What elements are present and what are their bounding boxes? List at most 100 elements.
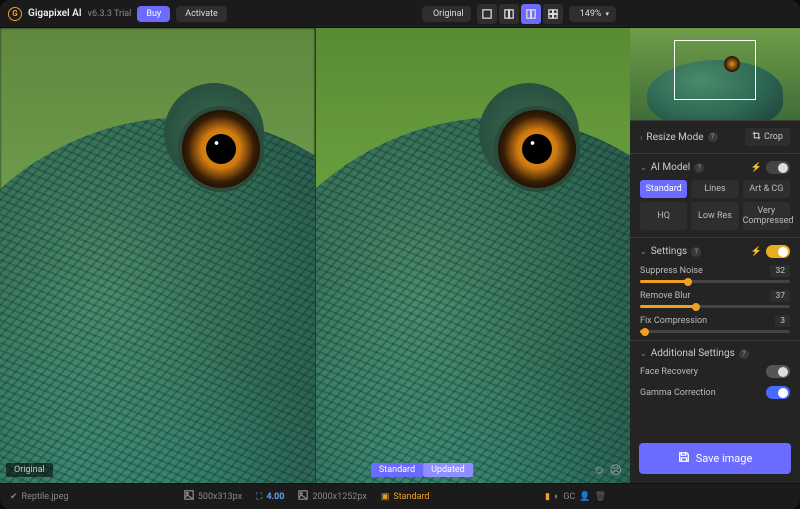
suppress-noise-label: Suppress Noise — [640, 266, 703, 276]
input-dims-group: 500x313px — [184, 490, 242, 503]
status-bar: ✔ Reptile.jpeg 500x313px ⛶ 4.00 2000x125… — [0, 483, 800, 509]
fix-compression-label: Fix Compression — [640, 316, 707, 326]
check-icon: ✔ — [10, 492, 18, 502]
app-title: Gigapixel AI — [28, 8, 82, 19]
save-image-button[interactable]: Save image — [639, 443, 791, 474]
view-sidebyside-button[interactable] — [521, 4, 541, 24]
bolt-icon: ⚡ — [751, 247, 762, 257]
help-icon[interactable]: ? — [708, 132, 718, 142]
chevron-down-icon: ▾ — [605, 10, 609, 18]
ai-model-section: ⌄ AI Model ? ⚡ Standard Lines Art & CG HQ… — [630, 153, 800, 237]
remove-blur-value: 37 — [770, 290, 790, 302]
crop-label: Crop — [764, 132, 783, 142]
model-grid: Standard Lines Art & CG HQ Low Res Very … — [640, 180, 790, 230]
original-label: Original — [6, 463, 53, 477]
processed-pane[interactable]: Standard Updated ☺ ☹ — [315, 28, 631, 483]
smile-icon[interactable]: ☺ — [593, 463, 605, 477]
remove-blur-label: Remove Blur — [640, 291, 690, 301]
updated-label[interactable]: Updated — [423, 463, 473, 477]
compare-view[interactable]: Original Standard Updated ☺ ☹ — [0, 28, 630, 483]
original-toggle-label: Original — [433, 9, 464, 19]
additional-settings-section: ⌄Additional Settings ? Face Recovery Gam… — [630, 340, 800, 406]
mode-icon: ▣ — [381, 492, 390, 502]
navigator-thumbnail[interactable] — [630, 28, 800, 120]
model-lowres-button[interactable]: Low Res — [691, 202, 738, 230]
save-row: Save image — [630, 434, 800, 483]
remove-blur-slider[interactable] — [640, 305, 790, 308]
additional-settings-label: Additional Settings — [651, 348, 735, 359]
suppress-noise-slider[interactable] — [640, 280, 790, 283]
side-panel: ›Resize Mode ? Crop ⌄AI Model ? ⚡ S — [630, 28, 800, 483]
view-single-button[interactable] — [477, 4, 497, 24]
zoom-value: 149% — [580, 9, 602, 19]
output-dims-group: 2000x1252px — [298, 490, 366, 503]
image-icon — [184, 490, 194, 503]
contrast-icon[interactable]: ◐ — [554, 491, 559, 502]
zoom-control[interactable]: 149% ▾ — [569, 6, 616, 22]
save-image-label: Save image — [696, 452, 753, 465]
help-icon[interactable]: ? — [739, 349, 749, 359]
crop-icon — [752, 131, 761, 143]
output-dims-label: 2000x1252px — [312, 492, 366, 502]
mode-group[interactable]: ▣ Standard — [381, 492, 430, 502]
additional-settings-header[interactable]: ⌄Additional Settings ? — [640, 348, 749, 359]
expand-icon: ⛶ — [256, 492, 262, 502]
top-bar: G Gigapixel AI v6.3.3 Trial Buy Activate… — [0, 0, 800, 28]
settings-section: ⌄ Settings ? ⚡ Suppress Noise32 Remove Bl… — [630, 237, 800, 340]
crop-button[interactable]: Crop — [745, 128, 790, 146]
settings-header[interactable]: ⌄ Settings ? — [640, 246, 701, 257]
gamma-correction-toggle[interactable] — [766, 386, 790, 399]
model-lines-button[interactable]: Lines — [691, 180, 738, 198]
chevron-down-icon: ⌄ — [640, 163, 647, 172]
ai-model-header[interactable]: ⌄ AI Model ? — [640, 162, 704, 173]
status-icons: ▮ ◐ GC 👤 🗑 — [545, 491, 606, 502]
fix-compression-row: Fix Compression 3 — [640, 315, 790, 333]
app-logo: G — [8, 7, 22, 21]
fix-compression-slider[interactable] — [640, 330, 790, 333]
fix-compression-value: 3 — [775, 315, 790, 327]
buy-button[interactable]: Buy — [137, 6, 170, 22]
scale-group[interactable]: ⛶ 4.00 — [256, 492, 284, 502]
navigator-viewport[interactable] — [674, 40, 756, 100]
gc-label[interactable]: GC — [563, 492, 575, 502]
main-area: Original Standard Updated ☺ ☹ — [0, 28, 800, 483]
help-icon[interactable]: ? — [694, 163, 704, 173]
resize-mode-header[interactable]: › Resize Mode ? — [640, 132, 718, 143]
chevron-right-icon: › — [640, 133, 642, 142]
model-standard-button[interactable]: Standard — [640, 180, 687, 198]
frown-icon[interactable]: ☹ — [609, 463, 622, 477]
app-version: v6.3.3 Trial — [88, 9, 132, 19]
image-icon — [298, 490, 308, 503]
settings-label: Settings — [651, 246, 688, 257]
color-icon[interactable]: ▮ — [545, 492, 550, 502]
model-verycompressed-button[interactable]: Very Compressed — [743, 202, 790, 230]
model-artcg-button[interactable]: Art & CG — [743, 180, 790, 198]
activate-button[interactable]: Activate — [176, 6, 227, 22]
input-dims-label: 500x313px — [198, 492, 242, 502]
standard-label[interactable]: Standard — [371, 463, 423, 477]
remove-blur-row: Remove Blur 37 — [640, 290, 790, 308]
view-split-button[interactable] — [499, 4, 519, 24]
resize-mode-label: Resize Mode — [646, 132, 703, 143]
face-recovery-toggle[interactable] — [766, 365, 790, 378]
chevron-down-icon: ⌄ — [640, 247, 647, 256]
bolt-icon: ⚡ — [751, 163, 762, 173]
save-icon — [678, 451, 690, 466]
help-icon[interactable]: ? — [691, 247, 701, 257]
suppress-noise-row: Suppress Noise32 — [640, 265, 790, 283]
app-window: G Gigapixel AI v6.3.3 Trial Buy Activate… — [0, 0, 800, 509]
scale-value: 4.00 — [266, 492, 284, 502]
original-toggle[interactable]: Original — [422, 6, 471, 22]
original-pane[interactable]: Original — [0, 28, 315, 483]
delete-icon[interactable]: 🗑 — [595, 492, 606, 502]
ai-model-toggle[interactable] — [766, 161, 790, 174]
model-hq-button[interactable]: HQ — [640, 202, 687, 230]
feedback-buttons: ☺ ☹ — [593, 463, 622, 477]
filename-group[interactable]: ✔ Reptile.jpeg — [10, 492, 68, 502]
view-mode-group — [477, 4, 563, 24]
ai-model-label: AI Model — [651, 162, 691, 173]
user-icon[interactable]: 👤 — [579, 492, 590, 502]
resize-mode-section: › Resize Mode ? Crop — [630, 120, 800, 153]
auto-settings-toggle[interactable] — [766, 245, 790, 258]
view-grid-button[interactable] — [543, 4, 563, 24]
